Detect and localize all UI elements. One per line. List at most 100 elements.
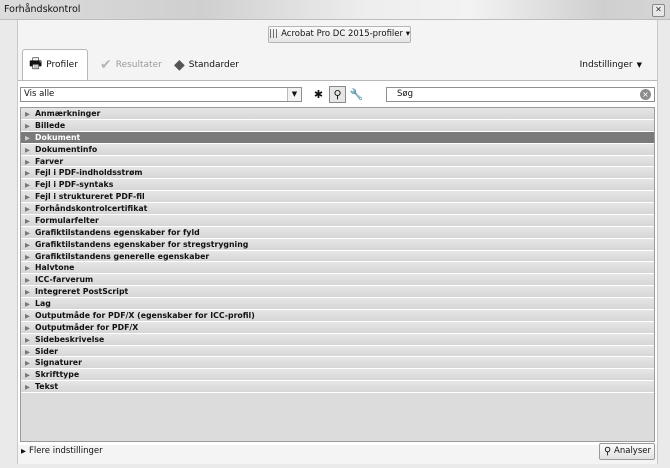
category-row[interactable]: ▶ Forhåndskontrolcertifikat (21, 203, 654, 215)
tab-profiler[interactable]: 🖶 Profiler (22, 49, 88, 80)
expand-arrow-icon[interactable]: ▶ (25, 358, 35, 369)
filter-value: Vis alle (24, 89, 55, 99)
expand-arrow-icon[interactable]: ▶ (25, 204, 35, 215)
preflight-dialog: ||| Acrobat Pro DC 2015-profiler ▾ 🖶 Prof… (17, 20, 658, 464)
category-row[interactable]: ▶ Farver (21, 155, 654, 168)
category-row[interactable]: ▶ Lag (21, 298, 654, 310)
category-label: Sider (35, 346, 59, 356)
category-row[interactable]: ▶ Tekst (21, 381, 654, 393)
expand-arrow-icon[interactable]: ▶ (25, 228, 35, 239)
category-label: Grafiktilstandens generelle egenskaber (35, 251, 210, 261)
category-label: Sidebeskrivelse (35, 334, 105, 344)
category-label: Grafiktilstandens egenskaber for fyld (35, 227, 200, 237)
expand-arrow-icon[interactable]: ▶ (25, 347, 35, 358)
expand-arrow-icon[interactable]: ▶ (25, 168, 35, 179)
chevron-down-icon: ▼ (636, 61, 642, 69)
expand-arrow-icon[interactable]: ▶ (25, 263, 35, 274)
category-label: Formularfelter (35, 215, 99, 225)
tab-label: Profiler (46, 60, 78, 70)
expand-arrow-icon[interactable]: ▶ (25, 216, 35, 227)
close-icon[interactable]: ✕ (652, 4, 665, 17)
profile-library-button[interactable]: ||| Acrobat Pro DC 2015-profiler ▾ (268, 26, 411, 43)
category-row[interactable]: ▶ Integreret PostScript (21, 286, 654, 298)
category-label: Fejl i struktureret PDF-fil (35, 192, 145, 202)
settings-menu[interactable]: Indstillinger ▼ (580, 60, 642, 70)
tab-bar: 🖶 Profiler ✔ Resultater ◆ Standarder Ind… (22, 47, 654, 81)
expand-arrow-icon[interactable]: ▶ (25, 109, 35, 120)
category-row[interactable]: ▶ Dokument (21, 131, 654, 144)
clear-search-icon[interactable]: × (640, 89, 651, 100)
profile-library-label: Acrobat Pro DC 2015-profiler (281, 29, 404, 39)
expand-arrow-icon[interactable]: ▶ (25, 240, 35, 251)
category-label: Farver (35, 156, 64, 166)
search-placeholder: Søg (397, 89, 413, 99)
analyze-label: Analyser (614, 446, 651, 456)
category-label: Anmærkninger (35, 109, 101, 118)
expand-arrow-icon: ▶ (21, 447, 26, 455)
expand-arrow-icon[interactable]: ▶ (25, 145, 35, 156)
category-row[interactable]: ▶ Grafiktilstandens generelle egenskaber (21, 250, 654, 263)
profiles-panel: Vis alle ▼ ✱ ⚲ 🔧 Søg × ▶ Anmærkninger ▶ Bil… (18, 80, 657, 445)
category-row[interactable]: ▶ Skrifttype (21, 369, 654, 382)
wand-icon[interactable]: ✱ (310, 86, 327, 103)
dropdown-arrow-icon[interactable]: ▼ (287, 88, 301, 101)
analyze-button[interactable]: ⚲ Analyser (599, 443, 655, 460)
expand-arrow-icon[interactable]: ▶ (25, 382, 35, 393)
search-input[interactable]: Søg × (386, 87, 655, 102)
chevron-down-icon: ▾ (405, 29, 410, 39)
dialog-footer: ▶ Flere indstillinger ⚲ Analyser (18, 442, 657, 462)
category-row[interactable]: ▶ Fejl i struktureret PDF-fil (21, 191, 654, 203)
category-row[interactable]: ▶ ICC-farverum (21, 274, 654, 287)
expand-arrow-icon[interactable]: ▶ (25, 275, 35, 286)
category-row[interactable]: ▶ Outputmåde for PDF/X (egenskaber for IC… (21, 309, 654, 322)
magnifier-icon: ⚲ (604, 446, 612, 457)
expand-arrow-icon[interactable]: ▶ (25, 252, 35, 263)
category-label: Dokumentinfo (35, 144, 98, 154)
category-row[interactable]: ▶ Billede (21, 119, 654, 132)
category-row[interactable]: ▶ Grafiktilstandens egenskaber for fyld (21, 226, 654, 239)
expand-arrow-icon[interactable]: ▶ (25, 335, 35, 346)
category-row[interactable]: ▶ Sider (21, 345, 654, 358)
more-settings-toggle[interactable]: ▶ Flere indstillinger (21, 446, 103, 456)
expand-arrow-icon[interactable]: ▶ (25, 121, 35, 132)
title-bar: Forhåndskontrol ✕ (0, 0, 670, 20)
expand-arrow-icon[interactable]: ▶ (25, 370, 35, 381)
category-row[interactable]: ▶ Grafiktilstandens egenskaber for stregs… (21, 238, 654, 251)
category-row[interactable]: ▶ Dokumentinfo (21, 143, 654, 156)
category-row[interactable]: ▶ Fejl i PDF-indholdsstrøm (21, 167, 654, 180)
category-row[interactable]: ▶ Halvtone (21, 262, 654, 275)
expand-arrow-icon[interactable]: ▶ (25, 180, 35, 191)
category-row[interactable]: ▶ Outputmåder for PDF/X (21, 321, 654, 334)
more-settings-label: Flere indstillinger (29, 446, 103, 456)
filter-select[interactable]: Vis alle ▼ (20, 87, 302, 102)
expand-arrow-icon[interactable]: ▶ (25, 311, 35, 322)
expand-arrow-icon[interactable]: ▶ (25, 287, 35, 298)
settings-label: Indstillinger (579, 60, 633, 70)
category-list: ▶ Anmærkninger ▶ Billede ▶ Dokument ▶ Dokumenti… (20, 107, 655, 442)
category-row[interactable]: ▶ Formularfelter (21, 214, 654, 227)
expand-arrow-icon[interactable]: ▶ (25, 133, 35, 144)
category-label: Outputmåde for PDF/X (egenskaber for ICC… (35, 310, 255, 320)
printer-icon: 🖶 (29, 56, 43, 72)
expand-arrow-icon[interactable]: ▶ (25, 157, 35, 168)
category-label: ICC-farverum (35, 275, 94, 285)
category-label: Fejl i PDF-syntaks (35, 180, 114, 190)
expand-arrow-icon[interactable]: ▶ (25, 323, 35, 334)
expand-arrow-icon[interactable]: ▶ (25, 299, 35, 310)
category-label: Lag (35, 299, 51, 308)
category-row[interactable]: ▶ Signaturer (21, 357, 654, 370)
category-row[interactable]: ▶ Fejl i PDF-syntaks (21, 179, 654, 192)
category-label: Fejl i PDF-indholdsstrøm (35, 168, 143, 178)
tab-standarder[interactable]: ◆ Standarder (174, 49, 274, 80)
wrench-icon[interactable]: 🔧 (348, 86, 365, 103)
expand-arrow-icon[interactable]: ▶ (25, 192, 35, 203)
category-row[interactable]: ▶ Sidebeskrivelse (21, 333, 654, 346)
category-label: Signaturer (35, 358, 82, 368)
category-label: Dokument (35, 132, 81, 142)
category-row[interactable]: ▶ Anmærkninger (21, 108, 654, 120)
category-label: Grafiktilstandens egenskaber for stregst… (35, 239, 249, 249)
tab-resultater[interactable]: ✔ Resultater (100, 49, 182, 80)
magnifier-icon[interactable]: ⚲ (329, 86, 346, 103)
category-label: Halvtone (35, 263, 75, 273)
standards-icon: ◆ (174, 56, 185, 73)
